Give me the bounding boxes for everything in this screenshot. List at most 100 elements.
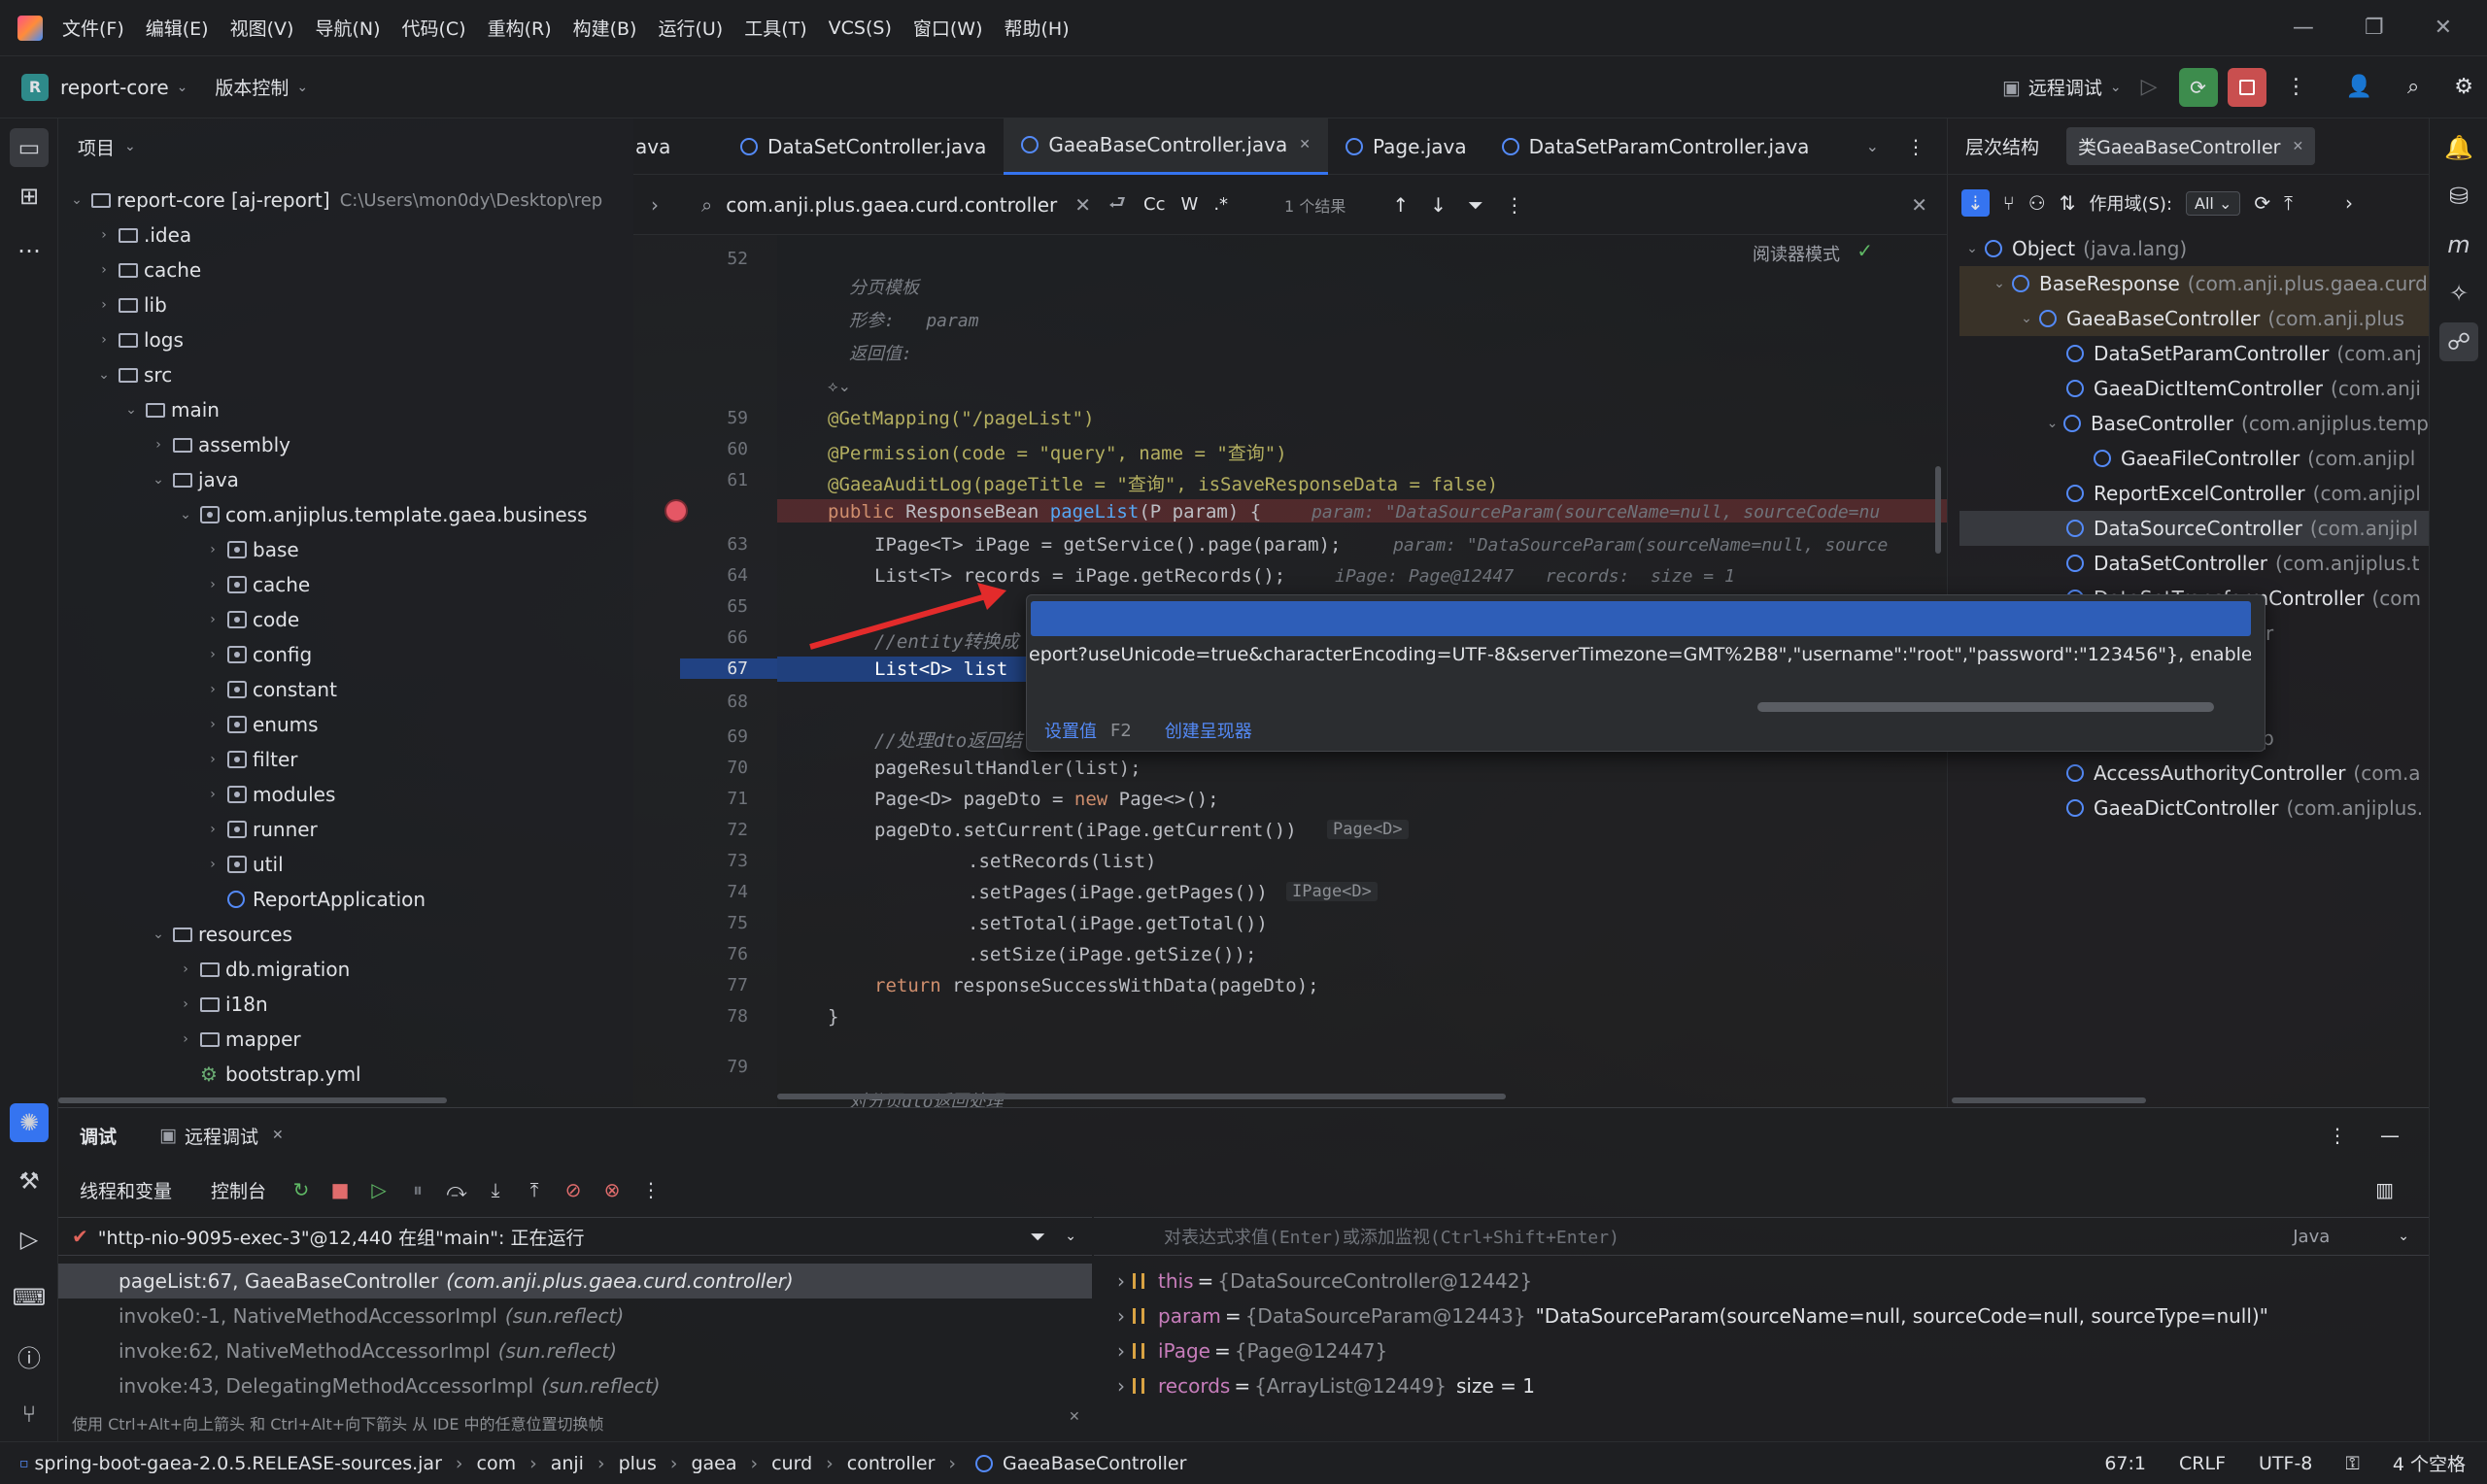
editor-tab[interactable]: DataSetController.java [723, 118, 1004, 175]
breadcrumb-item[interactable]: com [477, 1453, 517, 1474]
export-icon[interactable]: ⤒ [2284, 191, 2293, 215]
notifications-icon[interactable]: 🔔 [2439, 128, 2478, 167]
tree-item[interactable]: › constant [58, 672, 633, 707]
tree-item[interactable]: › logs [58, 322, 633, 357]
chevron-right-icon[interactable]: › [1117, 1269, 1125, 1293]
hierarchy-item[interactable]: ⌄ BaseResponse (com.anji.plus.gaea.curd [1959, 266, 2429, 301]
ai-assistant-icon[interactable]: ✧ [2439, 274, 2478, 313]
tree-item[interactable]: › .idea [58, 218, 633, 253]
evaluate-input[interactable]: 对表达式求值(Enter)或添加监视(Ctrl+Shift+Enter) [1164, 1224, 1619, 1249]
hierarchy-item[interactable]: ReportExcelController (com.anjipl [1959, 476, 2429, 511]
tree-item[interactable]: › assembly [58, 427, 633, 462]
hierarchy-tab[interactable]: 类GaeaBaseController ✕ [2066, 127, 2316, 165]
hierarchy-icon[interactable]: ☍ [2439, 322, 2478, 361]
build-icon[interactable]: ⚒ [10, 1162, 49, 1200]
close-icon[interactable]: ✕ [2435, 16, 2452, 40]
chevron-right-icon[interactable]: › [95, 262, 113, 278]
more-tools-icon[interactable]: … [10, 225, 49, 264]
editor-tab[interactable]: ava [630, 118, 723, 175]
menu-item[interactable]: 代码(C) [401, 15, 465, 41]
console-tab[interactable]: 控制台 [211, 1177, 266, 1203]
caret-position[interactable]: 67:1 [2104, 1453, 2146, 1474]
chevron-right-icon[interactable]: › [204, 717, 221, 732]
services-icon[interactable]: ▷ [10, 1220, 49, 1259]
breadcrumb-item[interactable]: anji [551, 1453, 584, 1474]
settings-icon[interactable]: ⚙ [2454, 75, 2473, 99]
history-icon[interactable]: ⮐ [1108, 188, 1126, 221]
more-icon[interactable]: ⋮ [1906, 135, 1925, 158]
chevron-down-icon[interactable]: ⌄ [150, 927, 167, 942]
stop-icon[interactable]: ■ [324, 1174, 356, 1205]
tree-item[interactable]: › i18n [58, 987, 633, 1022]
match-case-toggle[interactable]: Cc [1143, 194, 1165, 215]
sort-icon[interactable]: ⇅ [2060, 191, 2076, 215]
hierarchy-item[interactable]: DataSourceController (com.anjipl [1959, 511, 2429, 546]
chevron-down-icon[interactable]: ⌄ [68, 192, 85, 208]
create-renderer-link[interactable]: 创建呈现器 [1165, 718, 1252, 743]
tree-item[interactable]: ⌄ main [58, 392, 633, 427]
chevron-down-icon[interactable]: ⌄ [177, 507, 194, 523]
chevron-down-icon[interactable]: ⌄ [1987, 276, 2012, 291]
menu-item[interactable]: 视图(V) [230, 15, 294, 41]
popup-scrollbar[interactable] [1757, 702, 2214, 712]
chevron-down-icon[interactable]: ⌄ [1959, 241, 1985, 256]
project-icon[interactable]: ▭ [10, 128, 49, 167]
menu-item[interactable]: 工具(T) [744, 15, 806, 41]
step-into-icon[interactable]: ⤓ [480, 1174, 511, 1205]
breadcrumb-item[interactable]: curd [771, 1453, 812, 1474]
resume-icon[interactable]: ▷ [363, 1174, 394, 1205]
hierarchy-item[interactable]: AccessAuthorityController (com.a [1959, 756, 2429, 791]
tree-item[interactable]: ⌄ java [58, 462, 633, 497]
tree-item[interactable]: › util [58, 847, 633, 882]
chevron-down-icon[interactable]: ⌄ [2041, 416, 2063, 431]
chevron-right-icon[interactable]: › [1117, 1339, 1125, 1363]
chevron-down-icon[interactable]: ⌄ [122, 402, 140, 418]
run-icon[interactable]: ▷ [2141, 75, 2158, 99]
chevron-right-icon[interactable]: › [204, 682, 221, 697]
minimize-panel-icon[interactable]: — [2380, 1124, 2400, 1147]
project-panel-title[interactable]: 项目 [78, 134, 115, 160]
hierarchy-scrollbar[interactable] [1952, 1097, 2146, 1103]
value-popup[interactable]: eport?useUnicode=true&characterEncoding=… [1026, 594, 2266, 752]
account-icon[interactable]: 👤 [2346, 75, 2372, 99]
stack-frame[interactable]: pageList:67, GaeaBaseController (com.anji… [58, 1264, 1092, 1298]
tree-item[interactable]: › code [58, 602, 633, 637]
hierarchy-item[interactable]: ⌄ BaseController (com.anjiplus.temp [1959, 406, 2429, 441]
variable-row[interactable]: › iPage = {Page@12447} [1117, 1333, 2268, 1368]
chevron-right-icon[interactable]: › [204, 857, 221, 872]
menu-item[interactable]: 编辑(E) [146, 15, 209, 41]
stack-frame[interactable]: invoke:62, NativeMethodAccessorImpl (sun.… [58, 1333, 1092, 1368]
supertypes-icon[interactable]: ⑂ [2003, 191, 2015, 215]
hierarchy-item[interactable]: DataSetController (com.anjiplus.t [1959, 546, 2429, 581]
breadcrumb-item[interactable]: GaeaBaseController [1003, 1453, 1186, 1474]
ai-icon[interactable]: ⟡⌄ [828, 377, 851, 396]
chevron-right-icon[interactable]: › [204, 577, 221, 592]
pause-icon[interactable]: ⏸ [402, 1174, 433, 1205]
close-hint-icon[interactable]: ✕ [1069, 1409, 1080, 1425]
editor-tab[interactable]: Page.java [1328, 118, 1484, 175]
chevron-right-icon[interactable]: › [204, 647, 221, 662]
debug-tab[interactable]: 调试 [80, 1123, 117, 1149]
tree-item[interactable]: ReportApplication [58, 882, 633, 917]
thread-selector[interactable]: "http-nio-9095-exec-3"@12,440 在组"main": … [98, 1224, 585, 1250]
menu-item[interactable]: 文件(F) [62, 15, 124, 41]
maximize-icon[interactable]: ❐ [2365, 16, 2384, 40]
chevron-right-icon[interactable]: › [1117, 1374, 1125, 1398]
editor-tab[interactable]: DataSetParamController.java [1484, 118, 1827, 175]
stop-button[interactable] [2227, 67, 2266, 107]
view-breakpoints-icon[interactable]: ⊘ [558, 1174, 589, 1205]
debug-icon[interactable]: ✺ [10, 1103, 49, 1142]
threads-variables-tab[interactable]: 线程和变量 [80, 1177, 172, 1203]
regex-toggle[interactable]: .* [1213, 194, 1228, 215]
chevron-down-icon[interactable]: ⌄ [150, 472, 167, 488]
step-out-icon[interactable]: ⤒ [519, 1174, 550, 1205]
more-icon[interactable]: ⋮ [635, 1174, 666, 1205]
rerun-icon[interactable]: ↻ [286, 1174, 317, 1205]
variable-row[interactable]: › records = {ArrayList@12449} size = 1 [1117, 1368, 2268, 1403]
git-icon[interactable]: ⑂ [10, 1395, 49, 1433]
chevron-right-icon[interactable]: › [2345, 191, 2353, 215]
language-select[interactable]: Java [2293, 1227, 2330, 1247]
step-over-icon[interactable]: ⤼ [441, 1174, 472, 1205]
tree-item[interactable]: › mapper [58, 1022, 633, 1057]
run-config-selector[interactable]: 远程调试 [2028, 74, 2102, 100]
